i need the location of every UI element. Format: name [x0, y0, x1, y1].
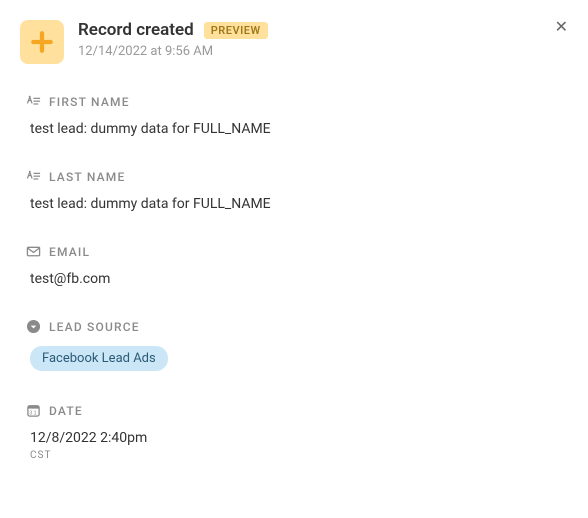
dropdown-icon — [26, 319, 41, 334]
text-field-icon — [26, 94, 41, 109]
field-date: 31 DATE 12/8/2022 2:40pm CST — [20, 403, 568, 461]
calendar-icon: 31 — [26, 403, 41, 418]
field-value: test lead: dummy data for FULL_NAME — [26, 121, 568, 137]
field-label-text: DATE — [49, 404, 83, 418]
field-label-text: LAST NAME — [49, 170, 125, 184]
record-timestamp: 12/14/2022 at 9:56 AM — [78, 44, 268, 59]
email-icon — [26, 244, 41, 259]
plus-icon — [20, 20, 64, 64]
close-icon: ✕ — [555, 19, 568, 36]
field-last-name: LAST NAME test lead: dummy data for FULL… — [20, 169, 568, 212]
record-header: Record created PREVIEW 12/14/2022 at 9:5… — [20, 20, 568, 64]
field-label-text: EMAIL — [49, 245, 90, 259]
lead-source-tag[interactable]: Facebook Lead Ads — [30, 346, 168, 371]
close-button[interactable]: ✕ — [553, 18, 570, 38]
svg-text:31: 31 — [29, 410, 38, 416]
record-title: Record created — [78, 20, 194, 40]
timezone: CST — [26, 450, 568, 461]
field-label-text: LEAD SOURCE — [49, 320, 140, 334]
field-email: EMAIL test@fb.com — [20, 244, 568, 287]
field-label-text: FIRST NAME — [49, 95, 130, 109]
field-value: test@fb.com — [26, 271, 568, 287]
preview-badge: PREVIEW — [204, 22, 268, 39]
field-value: 12/8/2022 2:40pm — [26, 430, 568, 446]
field-lead-source: LEAD SOURCE Facebook Lead Ads — [20, 319, 568, 371]
text-field-icon — [26, 169, 41, 184]
field-value: test lead: dummy data for FULL_NAME — [26, 196, 568, 212]
field-first-name: FIRST NAME test lead: dummy data for FUL… — [20, 94, 568, 137]
